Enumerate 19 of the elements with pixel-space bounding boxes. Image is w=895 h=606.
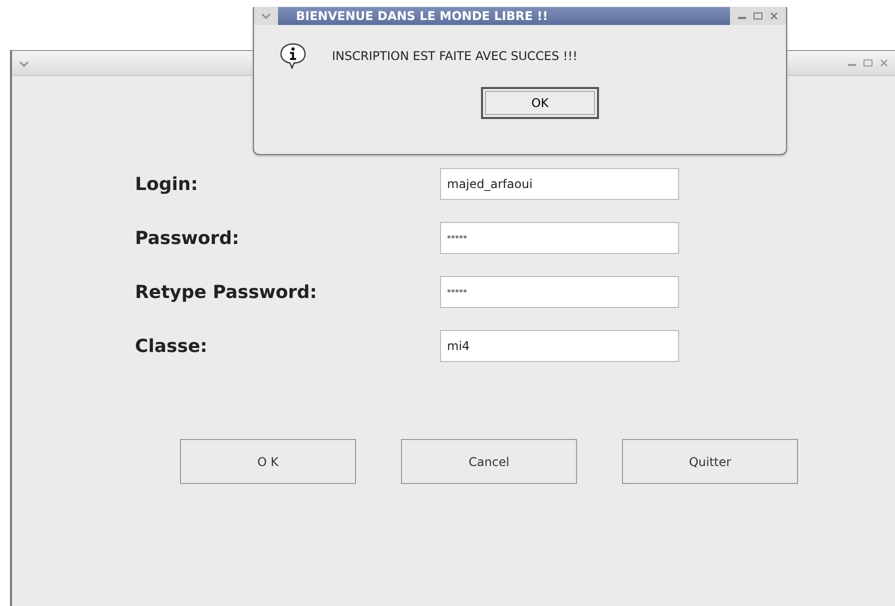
ok-button[interactable]: OK: [481, 87, 599, 119]
dialog-message: INSCRIPTION EST FAITE AVEC SUCCES !!!: [332, 49, 578, 63]
input-field[interactable]: mi4: [440, 330, 679, 362]
dialog-title: BIENVENUE DANS LE MONDE LIBRE !!: [278, 7, 730, 25]
field-label: Password:: [135, 228, 240, 248]
close-icon[interactable]: [879, 58, 889, 68]
close-icon[interactable]: [768, 10, 780, 22]
password-field[interactable]: *****: [440, 276, 679, 308]
password-field[interactable]: *****: [440, 222, 679, 254]
input-field[interactable]: majed_arfaoui: [440, 168, 679, 200]
form-button[interactable]: O K: [180, 439, 356, 484]
form-button[interactable]: Quitter: [622, 439, 798, 484]
maximize-icon[interactable]: [752, 10, 764, 22]
form-button[interactable]: Cancel: [401, 439, 577, 484]
info-icon: [278, 41, 308, 71]
field-label: Retype Password:: [135, 282, 318, 302]
field-label: Classe:: [135, 336, 208, 356]
maximize-icon[interactable]: [863, 58, 873, 68]
field-label: Login:: [135, 174, 199, 194]
